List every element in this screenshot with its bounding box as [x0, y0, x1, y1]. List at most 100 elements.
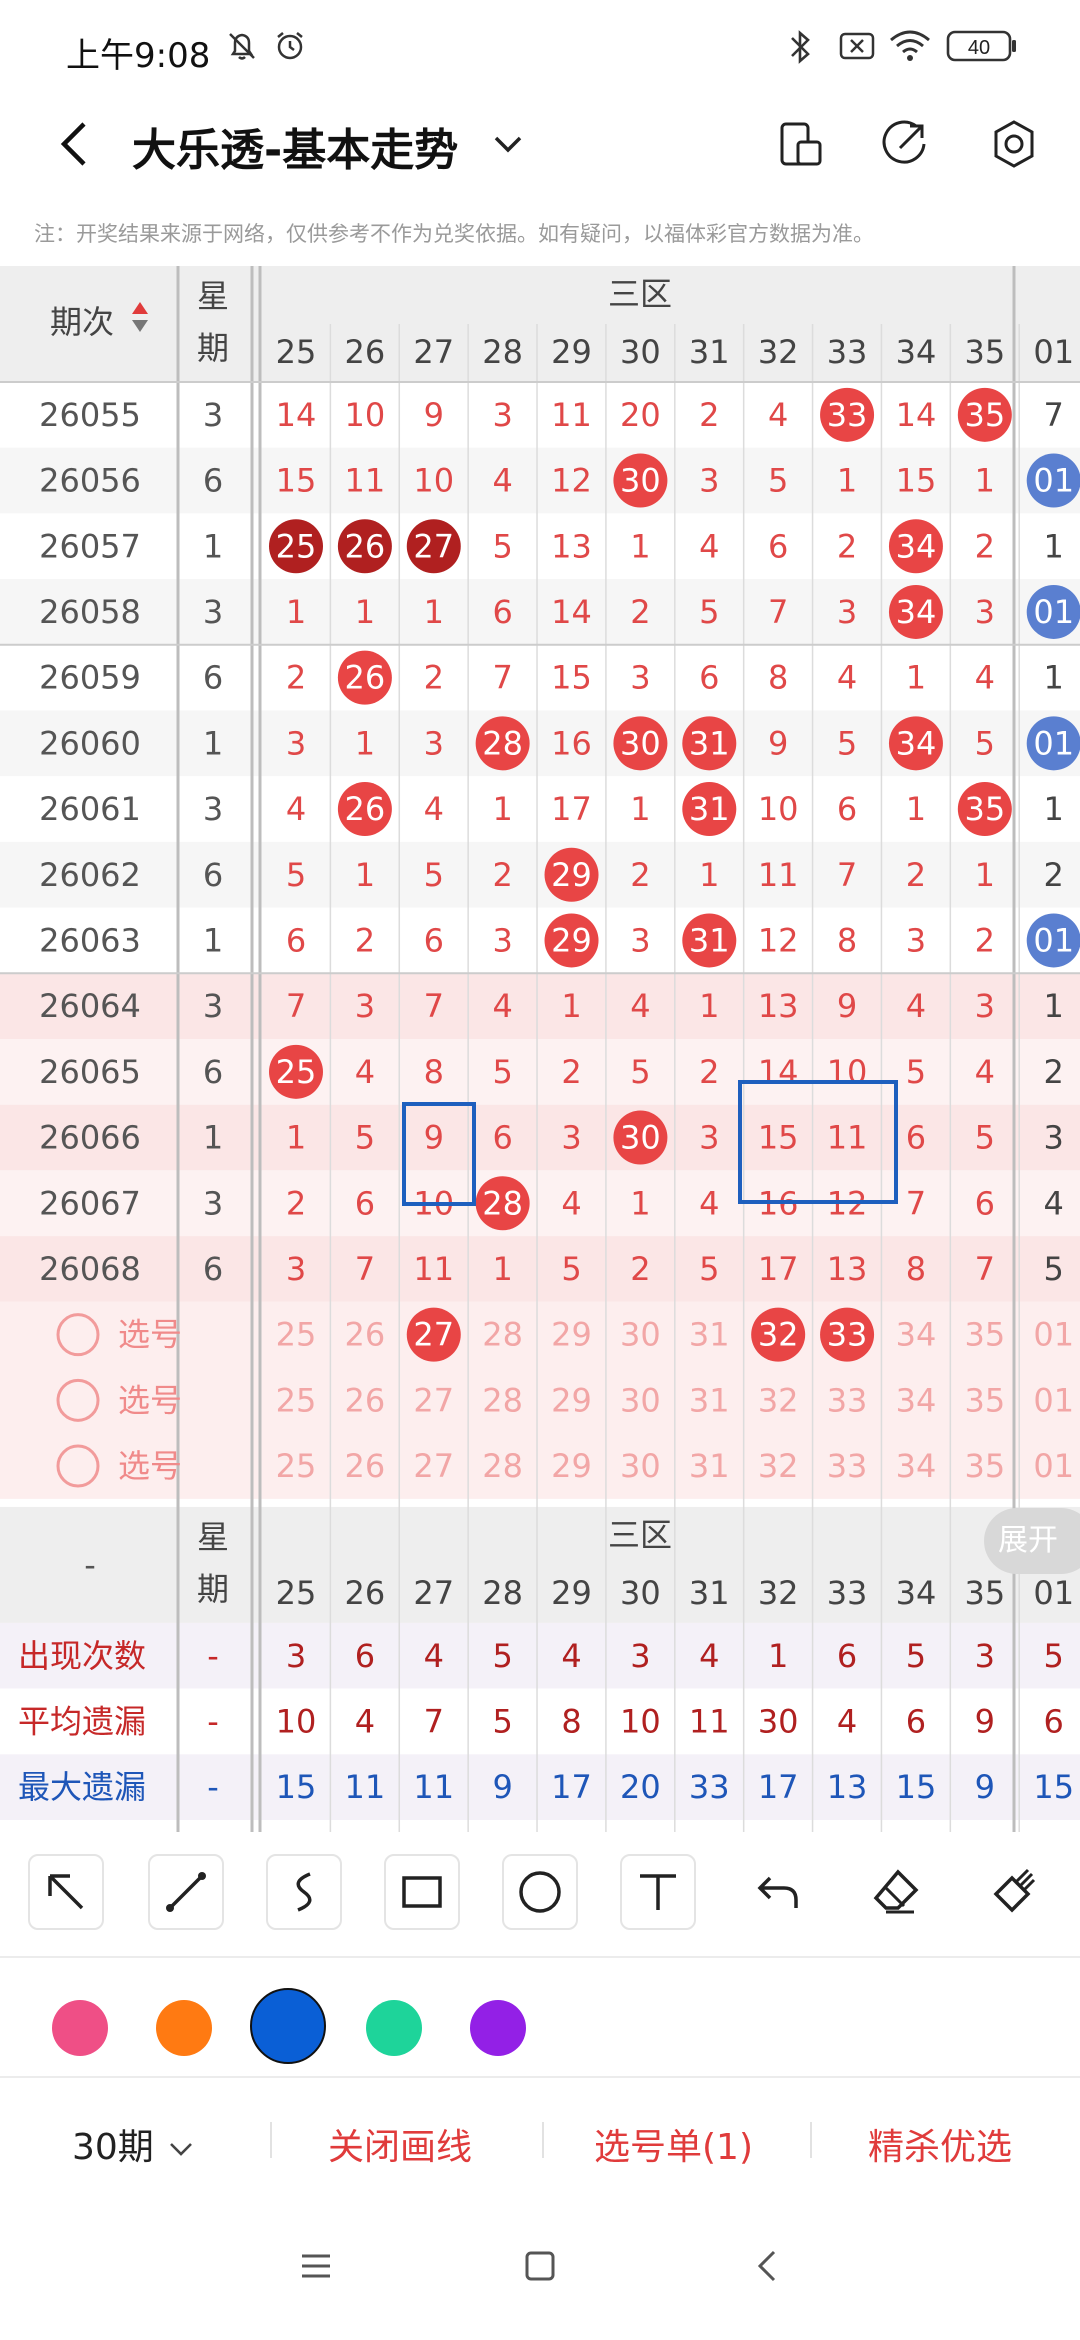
week-cell: 6 [203, 856, 223, 894]
chevron-down-icon[interactable] [488, 124, 528, 164]
select-number: 25 [276, 1316, 317, 1354]
settings-icon[interactable] [986, 116, 1042, 172]
page-title[interactable]: 大乐透-基本走势 [132, 114, 458, 178]
select-number: 33 [827, 1447, 868, 1485]
divider [270, 2122, 272, 2158]
miss-count: 9 [768, 724, 788, 762]
miss-count: 1 [906, 790, 926, 828]
curve-tool-icon[interactable] [266, 1854, 342, 1930]
miss-count: 1 [286, 593, 306, 631]
miss-count: 13 [827, 1250, 868, 1288]
miss-count: 15 [758, 1119, 799, 1157]
miss-count: 2 [699, 396, 719, 434]
stats-value: 30 [758, 1702, 799, 1740]
column-number: 33 [827, 333, 868, 371]
period-cell: 26055 [39, 396, 141, 434]
stats-value: 17 [551, 1768, 592, 1806]
miss-count: 5 [975, 1119, 995, 1157]
period-cell: 26058 [39, 593, 141, 631]
miss-count: 5 [492, 1053, 512, 1091]
stats-value: 9 [975, 1702, 995, 1740]
miss-count: 17 [758, 1250, 799, 1288]
miss-count: 16 [551, 724, 592, 762]
stats-value: 17 [758, 1768, 799, 1806]
stats-value: 6 [355, 1637, 375, 1675]
circle-tool-icon[interactable] [502, 1854, 578, 1930]
miss-count: 13 [551, 527, 592, 565]
color-purple[interactable] [470, 2000, 526, 2056]
picked-number: 33 [827, 1316, 868, 1354]
miss-count: 12 [551, 462, 592, 500]
divider [810, 2122, 812, 2158]
period-cell: 26061 [39, 790, 141, 828]
miss-count: 1 [286, 1119, 306, 1157]
miss-count: 4 [768, 396, 788, 434]
select-number: 34 [896, 1316, 937, 1354]
select-number: 26 [345, 1381, 386, 1419]
pick-list-button[interactable]: 选号单(1) [594, 2118, 753, 2170]
period-select[interactable]: 30期 [72, 2118, 197, 2170]
period-select-label: 30期 [72, 2127, 154, 2168]
column-number: 34 [896, 333, 937, 371]
line-tool-icon[interactable] [148, 1854, 224, 1930]
back-nav-icon[interactable] [748, 2246, 788, 2290]
miss-count: 1 [355, 593, 375, 631]
menu-icon[interactable] [296, 2246, 336, 2290]
precise-pick-button[interactable]: 精杀优选 [868, 2118, 1012, 2170]
miss-count: 2 [906, 856, 926, 894]
expand-button[interactable]: 展开 [984, 1508, 1080, 1574]
miss-count: 1 [1044, 790, 1064, 828]
ball-number: 34 [896, 593, 937, 631]
week-cell: 6 [203, 1250, 223, 1288]
stats-column-number: 34 [896, 1574, 937, 1612]
clear-icon[interactable] [976, 1854, 1052, 1930]
eraser-icon[interactable] [858, 1854, 934, 1930]
undo-icon[interactable] [740, 1854, 816, 1930]
stats-value: 1 [768, 1637, 788, 1675]
stats-zone-title: 三区 [608, 1516, 672, 1554]
stats-value: 6 [837, 1637, 857, 1675]
ball-number: 28 [482, 724, 523, 762]
color-green[interactable] [366, 2000, 422, 2056]
miss-count: 2 [630, 1250, 650, 1288]
switch-layout-icon[interactable] [774, 116, 830, 172]
miss-count: 3 [424, 724, 444, 762]
ball-number: 31 [689, 724, 730, 762]
back-icon[interactable] [46, 114, 106, 174]
miss-count: 5 [1044, 1250, 1064, 1288]
rectangle-tool-icon[interactable] [384, 1854, 460, 1930]
column-number: 29 [551, 333, 592, 371]
miss-count: 6 [699, 659, 719, 697]
miss-count: 4 [837, 659, 857, 697]
ball-number: 26 [345, 527, 386, 565]
color-pink[interactable] [52, 2000, 108, 2056]
week-cell: 3 [203, 593, 223, 631]
share-icon[interactable] [876, 116, 932, 172]
miss-count: 4 [492, 462, 512, 500]
miss-count: 4 [906, 987, 926, 1025]
miss-count: 3 [286, 1250, 306, 1288]
select-number: 25 [276, 1447, 317, 1485]
select-label: 选号 [118, 1316, 182, 1354]
ball-number: 01 [1033, 593, 1074, 631]
home-icon[interactable] [520, 2246, 560, 2290]
stats-value: 11 [689, 1702, 730, 1740]
miss-count: 10 [413, 462, 454, 500]
stats-column-number: 25 [276, 1574, 317, 1612]
color-blue-selected[interactable] [250, 1988, 326, 2064]
arrow-tool-icon[interactable] [28, 1854, 104, 1930]
stats-week: - [207, 1702, 219, 1740]
week-cell: 3 [203, 396, 223, 434]
color-orange[interactable] [156, 2000, 212, 2056]
period-cell: 26057 [39, 527, 141, 565]
drawing-toolbar [0, 1836, 1080, 1956]
ball-number: 30 [620, 462, 661, 500]
period-cell: 26063 [39, 921, 141, 959]
close-draw-button[interactable]: 关闭画线 [328, 2118, 472, 2170]
miss-count: 5 [492, 527, 512, 565]
ball-number: 30 [620, 724, 661, 762]
stats-value: 3 [286, 1637, 306, 1675]
miss-count: 2 [630, 856, 650, 894]
text-tool-icon[interactable] [620, 1854, 696, 1930]
stats-value: 6 [906, 1702, 926, 1740]
